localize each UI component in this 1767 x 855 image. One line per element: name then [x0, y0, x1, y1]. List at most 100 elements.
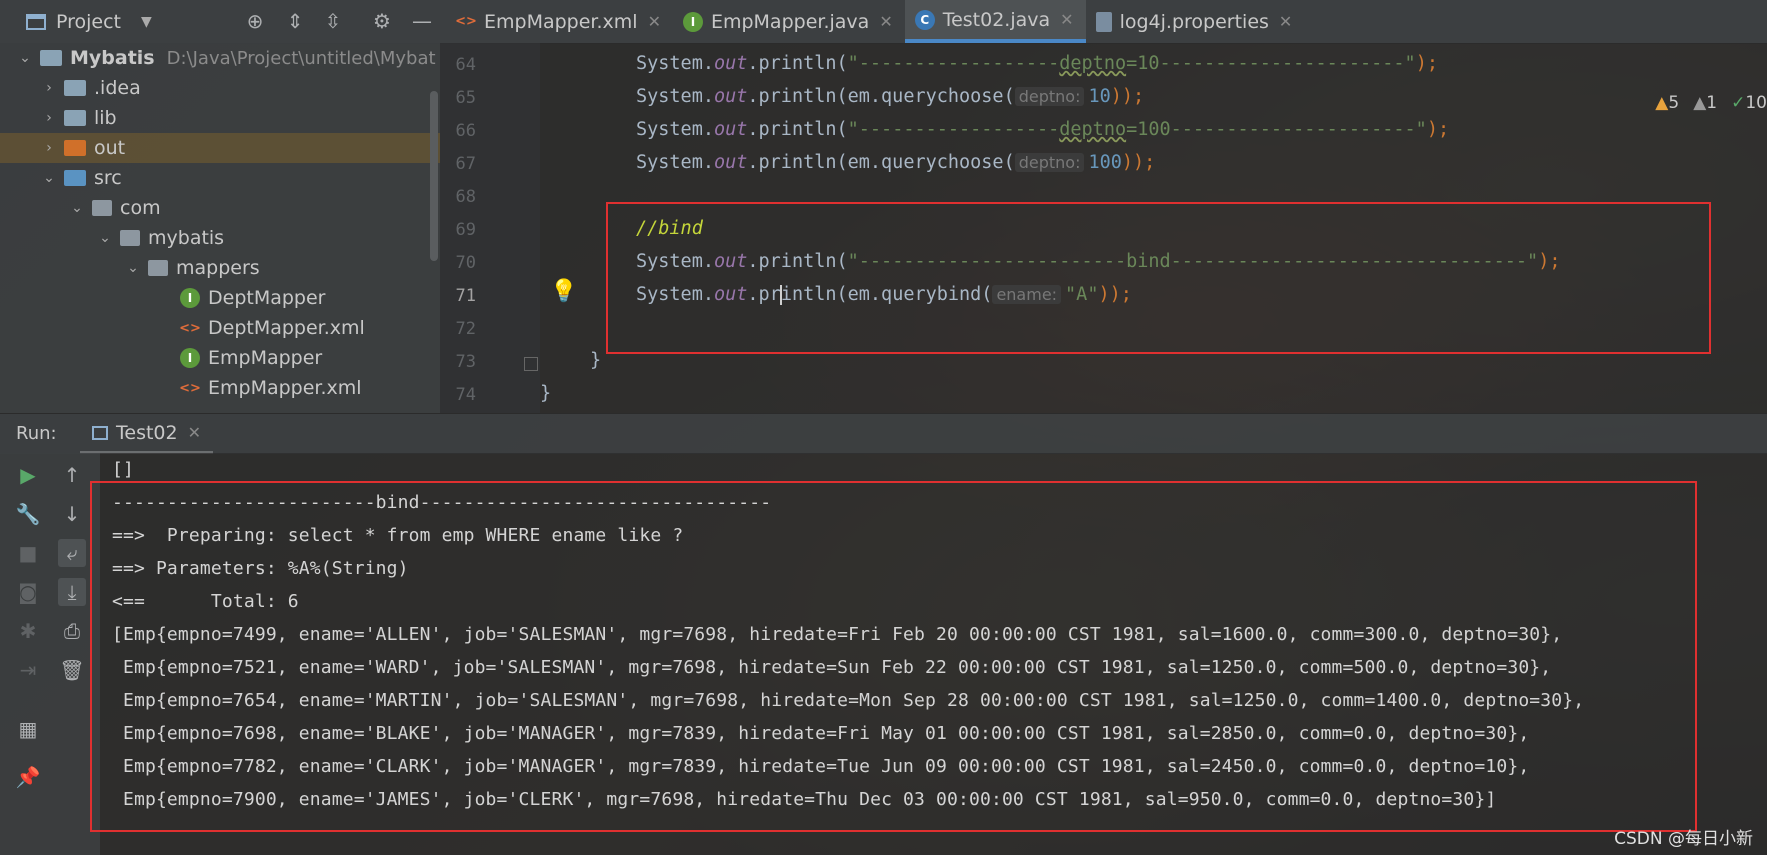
interface-file-icon: I: [682, 11, 703, 32]
tree-item-mybatis-package[interactable]: ⌄ mybatis: [0, 223, 440, 253]
expand-all-icon[interactable]: ⇕: [283, 9, 307, 33]
layout-icon[interactable]: ▦: [14, 715, 42, 743]
chevron-down-icon[interactable]: ▼: [141, 14, 152, 30]
tree-item-deptmapper[interactable]: I DeptMapper: [0, 283, 440, 313]
properties-file-icon: [1095, 11, 1112, 32]
run-tab-test02[interactable]: Test02 ✕: [80, 414, 213, 454]
tab-empmapper-xml[interactable]: <> EmpMapper.xml ✕: [446, 0, 673, 43]
line-number: 68: [455, 187, 476, 207]
tree-item-lib[interactable]: › lib: [0, 103, 440, 133]
package-icon: [120, 230, 140, 246]
close-icon[interactable]: ✕: [1060, 10, 1073, 29]
line-number: 69: [455, 220, 476, 240]
print-icon[interactable]: ⎙: [58, 617, 86, 645]
tab-empmapper-java[interactable]: I EmpMapper.java ✕: [673, 0, 905, 43]
settings-icon[interactable]: ✱: [14, 617, 42, 645]
tree-item-label: DeptMapper: [208, 287, 326, 309]
warnings-count[interactable]: ▲5: [1655, 93, 1679, 113]
tab-label: Test02.java: [942, 8, 1051, 31]
line-number: 66: [455, 121, 476, 141]
pin-icon[interactable]: 📌: [14, 763, 42, 791]
close-icon[interactable]: ✕: [879, 12, 892, 31]
folder-icon: [64, 110, 86, 126]
arrow-up-icon[interactable]: ↑: [58, 461, 86, 489]
project-window-icon: [26, 13, 46, 31]
tree-item-empmapper-xml[interactable]: <> EmpMapper.xml: [0, 373, 440, 403]
line-number: 67: [455, 154, 476, 174]
code-line-73: }: [590, 350, 602, 371]
collapse-all-icon[interactable]: ⇳: [321, 9, 345, 33]
tree-item-label: out: [94, 137, 126, 159]
minimize-icon[interactable]: —: [410, 9, 434, 33]
chevron-right-icon[interactable]: ›: [40, 110, 58, 126]
highlight-box-code: [606, 202, 1711, 354]
chevron-down-icon[interactable]: ⌄: [16, 50, 34, 66]
chevron-down-icon[interactable]: ⌄: [96, 230, 114, 246]
rerun-icon[interactable]: ▶: [14, 461, 42, 489]
tree-item-empmapper[interactable]: I EmpMapper: [0, 343, 440, 373]
scroll-to-end-icon[interactable]: ⤓: [58, 578, 86, 606]
tree-item-label: Mybatis: [70, 47, 155, 69]
tree-item-label: mappers: [176, 257, 260, 279]
highlight-box-console: [90, 481, 1697, 832]
wrench-icon[interactable]: 🔧: [14, 500, 42, 528]
line-number: 74: [455, 385, 476, 405]
stop-icon[interactable]: ■: [14, 539, 42, 567]
close-icon[interactable]: ✕: [648, 12, 661, 31]
locate-icon[interactable]: ⊕: [243, 9, 267, 33]
chevron-right-icon[interactable]: ›: [40, 80, 58, 96]
weak-warnings-count[interactable]: ▲1: [1693, 93, 1717, 113]
interface-icon: I: [180, 288, 200, 308]
tab-label: EmpMapper.java: [710, 10, 870, 33]
chevron-right-icon[interactable]: ›: [40, 140, 58, 156]
run-panel-header: Run: Test02 ✕: [0, 413, 1767, 454]
code-line-66: System.out.println("------------------de…: [636, 119, 1450, 140]
tree-item-label: EmpMapper: [208, 347, 323, 369]
console-line: []: [112, 459, 134, 480]
tree-item-out[interactable]: › out: [0, 133, 440, 163]
close-icon[interactable]: ✕: [1279, 12, 1292, 31]
package-icon: [148, 260, 168, 276]
fold-marker-icon[interactable]: [524, 357, 538, 371]
soft-wrap-icon[interactable]: ⤶: [58, 539, 86, 567]
tree-item-label: mybatis: [148, 227, 225, 249]
tab-label: log4j.properties: [1119, 10, 1269, 33]
project-scrollbar[interactable]: [430, 91, 438, 261]
tree-item-label: EmpMapper.xml: [208, 377, 362, 399]
tab-test02-java[interactable]: C Test02.java ✕: [904, 0, 1086, 43]
run-toolbar: ▶ ↑ 🔧 ↓ ■ ⤶ ◙ ⤓ ✱ ⎙ ⇥ 🗑 ▦ 📌: [0, 453, 100, 855]
tree-item-idea[interactable]: › .idea: [0, 73, 440, 103]
gear-icon[interactable]: ⚙: [370, 9, 394, 33]
ok-count[interactable]: ✓10: [1731, 93, 1767, 113]
run-tab-label: Test02: [116, 421, 178, 444]
excluded-folder-icon: [64, 140, 86, 156]
tab-log4j-properties[interactable]: log4j.properties ✕: [1086, 0, 1305, 43]
line-number: 65: [455, 88, 476, 108]
interface-icon: I: [180, 348, 200, 368]
tree-item-mybatis[interactable]: ⌄ Mybatis D:\Java\Project\untitled\Mybat: [0, 43, 440, 73]
camera-icon[interactable]: ◙: [14, 578, 42, 606]
editor-tabs: <> EmpMapper.xml ✕ I EmpMapper.java ✕ C …: [446, 0, 1304, 43]
check-icon: ✓: [1731, 93, 1746, 113]
close-icon[interactable]: ✕: [188, 423, 201, 442]
tree-item-label: com: [120, 197, 161, 219]
watermark: CSDN @每日小新: [1614, 829, 1753, 849]
tree-item-src[interactable]: ⌄ src: [0, 163, 440, 193]
chevron-down-icon[interactable]: ⌄: [124, 260, 142, 276]
lightbulb-icon[interactable]: 💡: [550, 279, 577, 304]
tree-item-deptmapper-xml[interactable]: <> DeptMapper.xml: [0, 313, 440, 343]
exit-icon[interactable]: ⇥: [14, 656, 42, 684]
trash-icon[interactable]: 🗑: [58, 656, 86, 684]
tree-item-com[interactable]: ⌄ com: [0, 193, 440, 223]
arrow-down-icon[interactable]: ↓: [58, 500, 86, 528]
chevron-down-icon[interactable]: ⌄: [68, 200, 86, 216]
tree-item-mappers[interactable]: ⌄ mappers: [0, 253, 440, 283]
inspection-widget[interactable]: ▲5 ▲1 ✓10: [1655, 93, 1767, 113]
weak-warning-icon: ▲: [1693, 93, 1707, 113]
line-number: 70: [455, 253, 476, 273]
project-tree: ⌄ Mybatis D:\Java\Project\untitled\Mybat…: [0, 43, 440, 413]
line-number: 72: [455, 319, 476, 339]
chevron-down-icon[interactable]: ⌄: [40, 170, 58, 186]
project-view-title[interactable]: Project: [56, 11, 121, 33]
run-label: Run:: [16, 423, 57, 444]
